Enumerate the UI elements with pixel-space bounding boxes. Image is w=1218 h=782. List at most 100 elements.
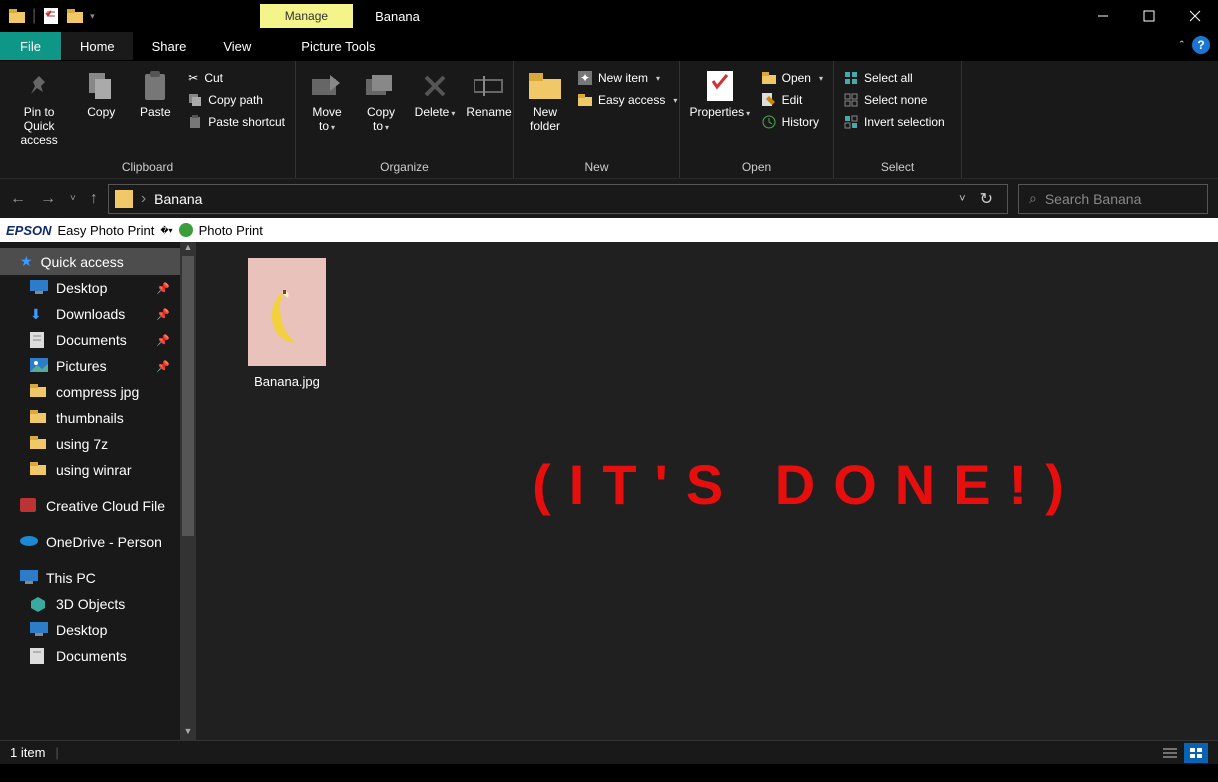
copy-path-button[interactable]: Copy path [184,91,289,109]
organize-group: Move to▾ Copy to▾ Delete▾ Rename Organiz… [296,61,514,178]
sidebar-quick-access[interactable]: ★Quick access [0,248,180,275]
banana-icon [266,290,308,345]
desktop-icon [30,280,48,296]
back-button[interactable]: ← [10,190,26,208]
copy-to-button[interactable]: Copy to▾ [356,65,406,139]
sidebar-onedrive[interactable]: OneDrive - Person [0,529,180,555]
share-tab[interactable]: Share [134,32,205,60]
edit-button[interactable]: Edit [758,91,827,109]
search-placeholder: Search Banana [1045,191,1142,207]
sidebar-documents-pc[interactable]: Documents [0,643,180,669]
item-count: 1 item [10,745,45,760]
refresh-button[interactable]: ↻ [980,189,993,209]
picture-tools-tab[interactable]: Picture Tools [283,32,393,60]
sidebar-using-winrar[interactable]: using winrar [0,457,180,483]
delete-icon [418,69,452,103]
scroll-up-icon[interactable]: ▲ [180,242,196,256]
select-all-button[interactable]: Select all [840,69,949,87]
open-group: Properties▾ Open▾ Edit History Open [680,61,834,178]
paste-icon [138,69,172,103]
sidebar-downloads[interactable]: ⬇Downloads📌 [0,301,180,327]
content-area[interactable]: Banana.jpg (IT'S DONE!) [196,242,1218,740]
pin-to-quick-access-button[interactable]: Pin to Quick access [6,65,72,151]
scrollbar-thumb[interactable] [182,256,194,536]
help-icon[interactable]: ? [1192,36,1210,54]
open-icon [762,72,776,84]
paste-button[interactable]: Paste [130,65,180,123]
properties-button[interactable]: Properties▾ [686,65,754,125]
address-dropdown-icon[interactable]: ˅ [959,193,965,205]
status-bar: 1 item | [0,740,1218,764]
window-controls [1080,0,1218,32]
recent-dropdown-icon[interactable]: ˅ [70,193,76,204]
star-icon: ★ [20,253,33,270]
easy-access-button[interactable]: Easy access▾ [574,91,681,109]
search-box[interactable]: ⌕ Search Banana [1018,184,1208,214]
new-group: New folder ✦New item▾ Easy access▾ New [514,61,680,178]
sidebar-this-pc[interactable]: This PC [0,565,180,591]
new-item-button[interactable]: ✦New item▾ [574,69,681,87]
delete-button[interactable]: Delete▾ [410,65,460,125]
sidebar-desktop-pc[interactable]: Desktop [0,617,180,643]
quick-access-toolbar: | ▾ [0,7,95,25]
epson-dropdown-icon[interactable]: �▾ [160,226,172,235]
sidebar-compress-jpg[interactable]: compress jpg [0,379,180,405]
sidebar-scrollbar[interactable]: ▲ ▼ [180,242,196,740]
new-folder-button[interactable]: New folder [520,65,570,137]
maximize-button[interactable] [1126,0,1172,32]
qat-dropdown-icon[interactable]: ▾ [90,11,95,22]
sidebar-thumbnails[interactable]: thumbnails [0,405,180,431]
thumbnails-view-button[interactable] [1184,743,1208,763]
sidebar-documents[interactable]: Documents📌 [0,327,180,353]
manage-context-tab[interactable]: Manage [260,4,353,28]
folder-small-icon[interactable] [66,7,84,25]
documents-icon [30,648,48,664]
svg-text:✦: ✦ [580,71,590,85]
folder-icon [8,7,26,25]
move-to-button[interactable]: Move to▾ [302,65,352,139]
copy-icon [84,69,118,103]
close-button[interactable] [1172,0,1218,32]
file-thumbnail [248,258,326,366]
file-item[interactable]: Banana.jpg [232,258,342,389]
scroll-down-icon[interactable]: ▼ [180,726,196,740]
easy-photo-print-button[interactable]: Easy Photo Print [58,223,155,238]
pin-icon [22,69,56,103]
home-tab[interactable]: Home [62,32,133,60]
paste-shortcut-button[interactable]: Paste shortcut [184,113,289,131]
breadcrumb[interactable]: Banana [154,191,202,207]
details-view-button[interactable] [1158,743,1182,763]
file-name: Banana.jpg [232,374,342,389]
view-tab[interactable]: View [205,32,269,60]
navigation-pane: ★Quick access Desktop📌 ⬇Downloads📌 Docum… [0,242,196,740]
photo-print-button[interactable]: Photo Print [199,223,263,238]
collapse-ribbon-icon[interactable]: ˆ [1180,38,1184,53]
sidebar-3d-objects[interactable]: 3D Objects [0,591,180,617]
easy-access-icon [578,94,592,106]
file-tab[interactable]: File [0,32,61,60]
pictures-icon [30,358,48,374]
select-none-button[interactable]: Select none [840,91,949,109]
photo-print-icon [179,223,193,237]
sidebar-using-7z[interactable]: using 7z [0,431,180,457]
properties-icon[interactable] [42,7,60,25]
select-group: Select all Select none Invert selection … [834,61,962,178]
address-bar[interactable]: › Banana ˅ ↻ [108,184,1008,214]
sidebar-pictures[interactable]: Pictures📌 [0,353,180,379]
invert-selection-button[interactable]: Invert selection [840,113,949,131]
downloads-icon: ⬇ [30,306,48,322]
navigation-bar: ← → ˅ ↑ › Banana ˅ ↻ ⌕ Search Banana [0,178,1218,218]
sidebar-creative-cloud[interactable]: Creative Cloud File [0,493,180,519]
up-button[interactable]: ↑ [90,190,98,208]
cut-button[interactable]: ✂Cut [184,69,289,87]
forward-button[interactable]: → [40,190,56,208]
rename-button[interactable]: Rename [464,65,514,123]
scissors-icon: ✂ [188,71,198,85]
status-divider: | [55,745,58,760]
folder-icon [30,436,48,452]
copy-button[interactable]: Copy [76,65,126,123]
history-button[interactable]: History [758,113,827,131]
open-button[interactable]: Open▾ [758,69,827,87]
minimize-button[interactable] [1080,0,1126,32]
sidebar-desktop[interactable]: Desktop📌 [0,275,180,301]
